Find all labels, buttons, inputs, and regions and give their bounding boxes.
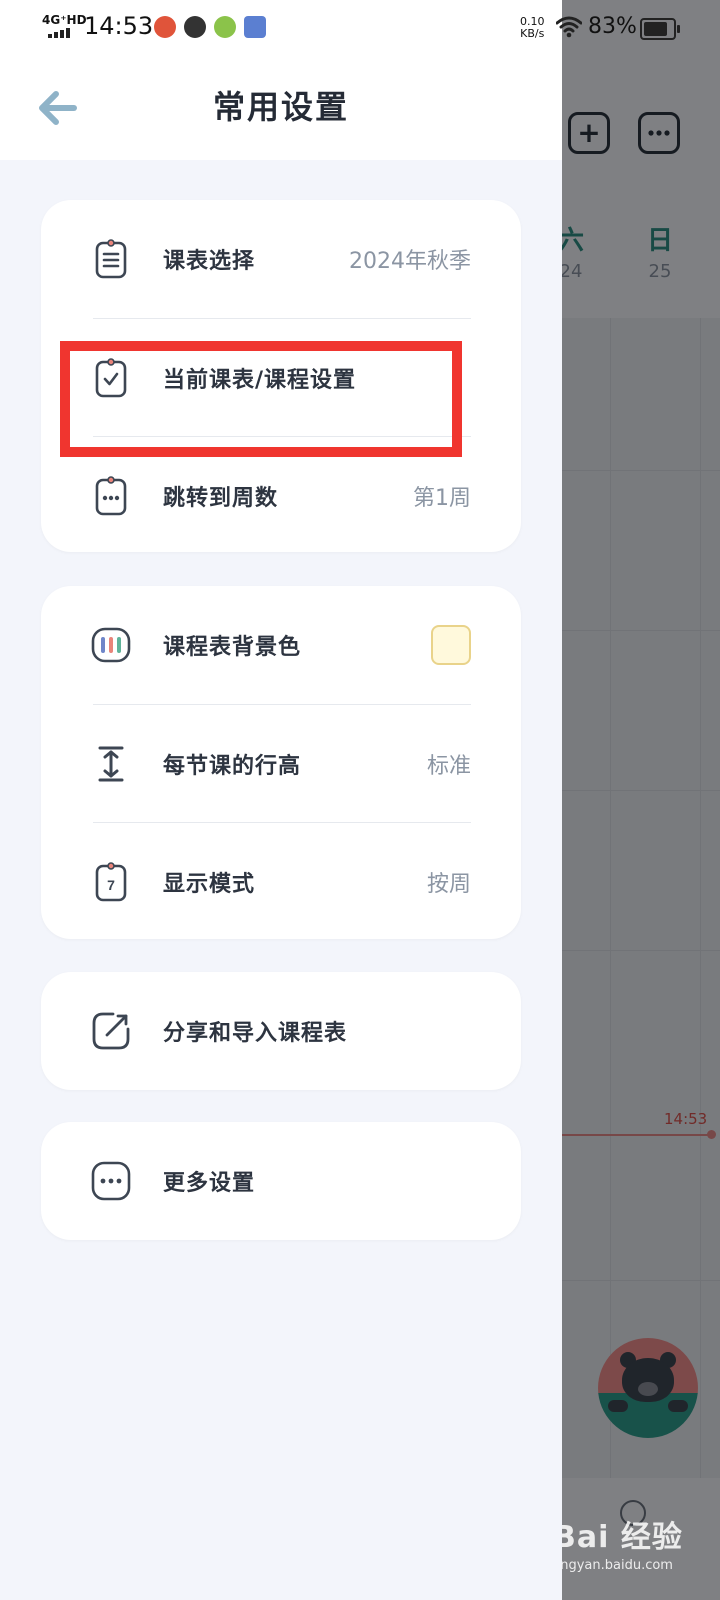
timetable-card: 课表选择 2024年秋季 当前课表/课程设置 跳转到周数 第1周	[41, 200, 521, 552]
row-value: 2024年秋季	[349, 249, 471, 274]
calendar-number: 7	[107, 877, 115, 893]
app-notification-icon	[214, 16, 236, 38]
row-height-icon	[91, 742, 131, 786]
page-title: 常用设置	[212, 88, 349, 126]
share-import-row[interactable]: 分享和导入课程表	[41, 972, 521, 1090]
row-label: 课程表背景色	[163, 635, 302, 660]
baidu-watermark: Bai 经验 jingyan.baidu.com	[553, 1512, 683, 1573]
clipboard-dots-icon	[91, 474, 131, 518]
network-type: 4G⁺HD	[42, 13, 87, 27]
app-notification-icon	[184, 16, 206, 38]
share-card: 分享和导入课程表	[41, 972, 521, 1090]
color-swatch[interactable]	[431, 625, 471, 665]
wifi-icon	[555, 16, 583, 42]
row-value: 按周	[426, 872, 471, 897]
more-card: 更多设置	[41, 1122, 521, 1240]
settings-drawer: 常用设置 课表选择 2024年秋季 当前课表/课程设置 跳转到周数 第1周 课程…	[0, 0, 562, 1600]
row-label: 课表选择	[163, 249, 256, 274]
more-icon	[91, 1159, 131, 1203]
background-color-row[interactable]: 课程表背景色	[41, 586, 521, 704]
calendar-7-icon: 7	[91, 860, 131, 904]
row-label: 当前课表/课程设置	[163, 368, 357, 393]
watermark-main: Bai 经验	[553, 1520, 683, 1555]
row-height-row[interactable]: 每节课的行高 标准	[41, 705, 521, 823]
status-bar: 4G⁺HD 14:53 0.10 KB/s 83%	[0, 0, 720, 56]
current-timetable-settings-row[interactable]: 当前课表/课程设置	[41, 319, 521, 437]
app-notification-icon	[244, 16, 266, 38]
speed-unit: KB/s	[520, 27, 545, 40]
battery-percent: 83%	[588, 14, 637, 39]
row-label: 更多设置	[163, 1171, 256, 1196]
timetable-select-row[interactable]: 课表选择 2024年秋季	[41, 200, 521, 318]
watermark-sub: jingyan.baidu.com	[553, 1558, 673, 1573]
share-icon	[91, 1009, 131, 1053]
row-label: 跳转到周数	[163, 486, 279, 511]
status-time: 14:53	[84, 12, 154, 40]
row-value: 第1周	[413, 486, 471, 511]
row-value: 标准	[426, 754, 471, 779]
battery-icon	[640, 18, 680, 40]
row-label: 分享和导入课程表	[163, 1021, 348, 1046]
network-speed: 0.10 KB/s	[520, 16, 545, 40]
row-label: 每节课的行高	[163, 754, 302, 779]
row-label: 显示模式	[163, 872, 256, 897]
clipboard-list-icon	[91, 237, 131, 281]
display-mode-row[interactable]: 7 显示模式 按周	[41, 823, 521, 941]
signal-icon	[48, 28, 70, 38]
jump-to-week-row[interactable]: 跳转到周数 第1周	[41, 437, 521, 555]
appearance-card: 课程表背景色 每节课的行高 标准 7 显示模式 按周	[41, 586, 521, 939]
app-notification-icon	[154, 16, 176, 38]
clipboard-check-icon	[91, 356, 131, 400]
palette-icon	[91, 623, 131, 667]
more-settings-row[interactable]: 更多设置	[41, 1122, 521, 1240]
